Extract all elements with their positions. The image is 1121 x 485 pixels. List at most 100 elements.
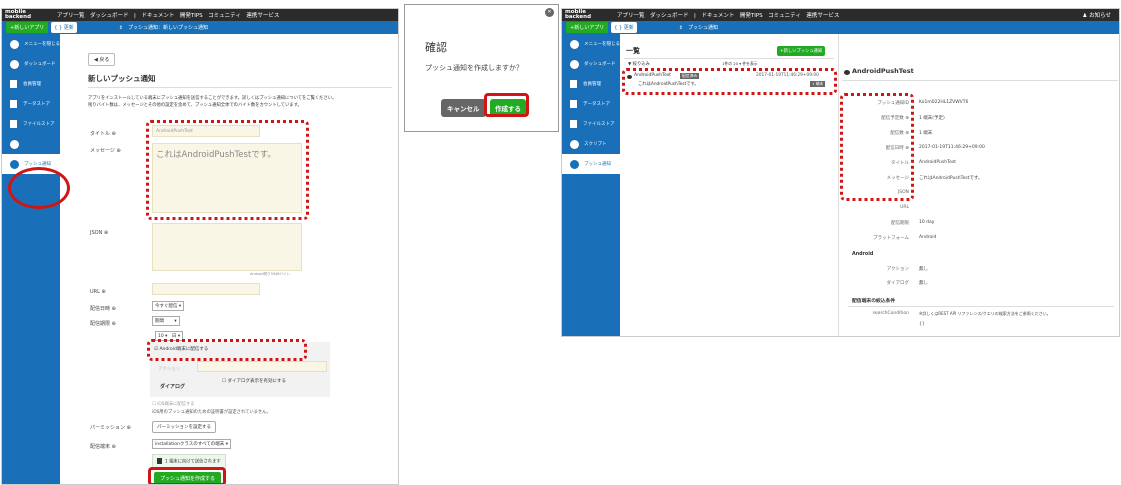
top-nav: mobile backend アプリ一覧 ダッシュボード | ドキュメント 開発…	[2, 9, 398, 21]
target-label: 配信端末 ⊕	[90, 444, 116, 450]
per-page-select[interactable]: 1件の 20 ▾ 件を表示	[722, 61, 758, 67]
sidebar-item-dashboard[interactable]: ダッシュボード	[562, 54, 620, 74]
description-line-1: アプリをインストールしている端末にプッシュ通知を送信することができます。詳しくは…	[88, 96, 337, 101]
sidebar-right: メニューを隠じる ダッシュボード 会員管理 データストア ファイルストア スクリ…	[562, 34, 620, 336]
page-divider	[88, 87, 392, 88]
top-menu[interactable]: アプリ一覧 ダッシュボード | ドキュメント 開発TIPS コミュニティ 連携サ…	[57, 11, 279, 19]
sidebar-item-members[interactable]: 会員管理	[2, 74, 60, 94]
sidebar-item-filestore[interactable]: ファイルストア	[562, 114, 620, 134]
title-message-highlight	[146, 120, 309, 220]
top-nav-right: mobile backend アプリ一覧 ダッシュボード | ドキュメント 開発…	[562, 9, 1119, 21]
title-label: タイトル ⊕	[90, 131, 116, 137]
new-app-button[interactable]: +新しいアプリ	[6, 22, 49, 33]
sidebar-item-datastore[interactable]: データストア	[562, 94, 620, 114]
detail-key: JSON	[897, 190, 909, 195]
detail-value: これはAndroidPushTestです。	[919, 176, 983, 181]
column-separator	[838, 34, 839, 336]
detail-value: 10 day	[919, 220, 935, 225]
datastore-icon	[570, 100, 577, 108]
file-icon	[570, 120, 577, 128]
detail-key: タイトル	[891, 161, 909, 166]
sidebar-item-filestore[interactable]: ファイルストア	[2, 114, 60, 134]
json-textarea[interactable]	[152, 223, 302, 271]
chat-bubble-icon	[844, 70, 850, 75]
dialog-value: 無し	[919, 281, 928, 286]
detail-key: プラットフォーム	[873, 236, 909, 241]
condition-divider	[848, 306, 1114, 307]
dialog-message: プッシュ通知を作成しますか？	[425, 64, 523, 72]
new-push-button[interactable]: +新しいプッシュ通知	[777, 46, 826, 56]
sidebar-item-hide-menu[interactable]: メニューを隠じる	[562, 34, 620, 54]
delivery-period-select[interactable]: 期間 ▾	[152, 316, 180, 326]
delivery-date-select[interactable]: 今すぐ配信 ▾	[152, 301, 185, 311]
action-input[interactable]	[197, 361, 327, 372]
detail-key: 配信日時 ⊕	[885, 146, 909, 151]
users-icon	[10, 80, 17, 88]
new-app-button-right[interactable]: +新しいアプリ	[566, 22, 609, 33]
detail-key: 配信期限	[891, 221, 909, 226]
back-button[interactable]: ◀ 戻る	[88, 53, 116, 66]
json-label: JSON ⊕	[90, 230, 109, 236]
android-highlight	[147, 339, 307, 361]
filter-link[interactable]: ▼ 絞り込み	[628, 61, 650, 67]
action-label: アクション	[158, 367, 181, 372]
detail-value: AndroidPushTest	[919, 160, 956, 165]
script-icon	[10, 139, 19, 149]
detail-key: プッシュ通知ID	[877, 101, 909, 106]
url-label: URL ⊕	[90, 289, 106, 295]
notification-link[interactable]: ♟ お知らせ	[1082, 11, 1111, 19]
refresh-button-right[interactable]: { } 更新	[611, 22, 637, 33]
list-divider	[624, 58, 834, 59]
chat-bubble-icon	[570, 159, 579, 169]
dialog-label: ダイアログ	[160, 384, 186, 390]
list-title: 一覧	[626, 47, 640, 55]
target-select[interactable]: installationクラスのすべての端末 ▾	[152, 439, 231, 449]
ios-checkbox[interactable]: ☐ iOS端末に配信する	[152, 401, 195, 407]
chat-bubble-icon	[10, 159, 19, 169]
detail-key: URL	[900, 205, 909, 210]
detail-key: 配信数 ⊕	[890, 131, 909, 136]
condition-section-heading: 配信端末の絞込条件	[852, 299, 896, 304]
sub-toolbar: +新しいアプリ { } 更新 ⇕ プッシュ通知：新しいプッシュ通知	[2, 21, 398, 34]
close-icon[interactable]: ✕	[545, 8, 554, 17]
url-input[interactable]	[152, 283, 260, 295]
message-label: メッセージ ⊕	[90, 148, 121, 154]
search-condition-key: searchCondition	[872, 311, 909, 316]
sub-toolbar-right: +新しいアプリ { } 更新 ⇕ プッシュ通知	[562, 21, 1119, 34]
search-condition-value: {}	[919, 322, 925, 327]
delivery-period-label: 配信期限 ⊕	[90, 321, 116, 327]
permission-button[interactable]: パーミッションを設定する	[152, 421, 216, 433]
sidebar-item-script[interactable]	[2, 134, 60, 154]
users-icon	[570, 80, 577, 88]
dialog-cancel-button[interactable]: キャンセル	[441, 99, 486, 117]
detail-value: Android	[919, 235, 937, 240]
sidebar-item-datastore[interactable]: データストア	[2, 94, 60, 114]
dialog-title: 確認	[425, 41, 447, 54]
sidebar-item-hide-menu[interactable]: メニューを隠じる	[2, 34, 60, 54]
sidebar: メニューを隠じる ダッシュボード 会員管理 データストア ファイルストア プッシ…	[2, 34, 60, 484]
dialog-checkbox[interactable]: ☐ ダイアログ表示を有効にする	[222, 378, 286, 384]
json-byte-counter: Android残り3946バイト	[250, 272, 290, 276]
device-icon	[157, 458, 162, 464]
list-item-highlight	[622, 68, 837, 95]
top-menu-right[interactable]: アプリ一覧 ダッシュボード | ドキュメント 開発TIPS コミュニティ 連携サ…	[617, 11, 839, 19]
sidebar-highlight-ring	[8, 167, 70, 209]
detail-value: 1 端末	[919, 131, 933, 136]
detail-value: 2017-01-19T11:46:29+09:00	[919, 145, 985, 150]
dashboard-icon	[10, 59, 19, 69]
breadcrumb-right: ⇕ プッシュ通知	[678, 25, 718, 31]
confirm-dialog: ✕ 確認 プッシュ通知を作成しますか？ キャンセル 作成する	[404, 4, 559, 132]
search-condition-note: ※詳しくはREST API リファレンス/クエリの検索方法をご参照ください。	[919, 311, 1051, 316]
android-section-heading: Android	[852, 252, 874, 257]
dialog-create-highlight	[484, 93, 529, 117]
sidebar-item-script[interactable]: スクリプト	[562, 134, 620, 154]
sidebar-item-push[interactable]: プッシュ通知	[562, 154, 620, 174]
sidebar-item-dashboard[interactable]: ダッシュボード	[2, 54, 60, 74]
description-line-2: 残りバイト数は、メッセージとその他の設定を含めて、プッシュ通知全体でのバイト数を…	[88, 103, 302, 108]
action-value: 無し	[919, 267, 928, 272]
detail-value: Ko1m022HL1ZVWVT6	[919, 100, 969, 105]
ios-note: iOS用のプッシュ通知のための証明書が設定されていません。	[152, 410, 271, 415]
detail-key: 配信予定数 ⊕	[881, 116, 909, 121]
refresh-button[interactable]: { } 更新	[51, 22, 77, 33]
sidebar-item-members[interactable]: 会員管理	[562, 74, 620, 94]
